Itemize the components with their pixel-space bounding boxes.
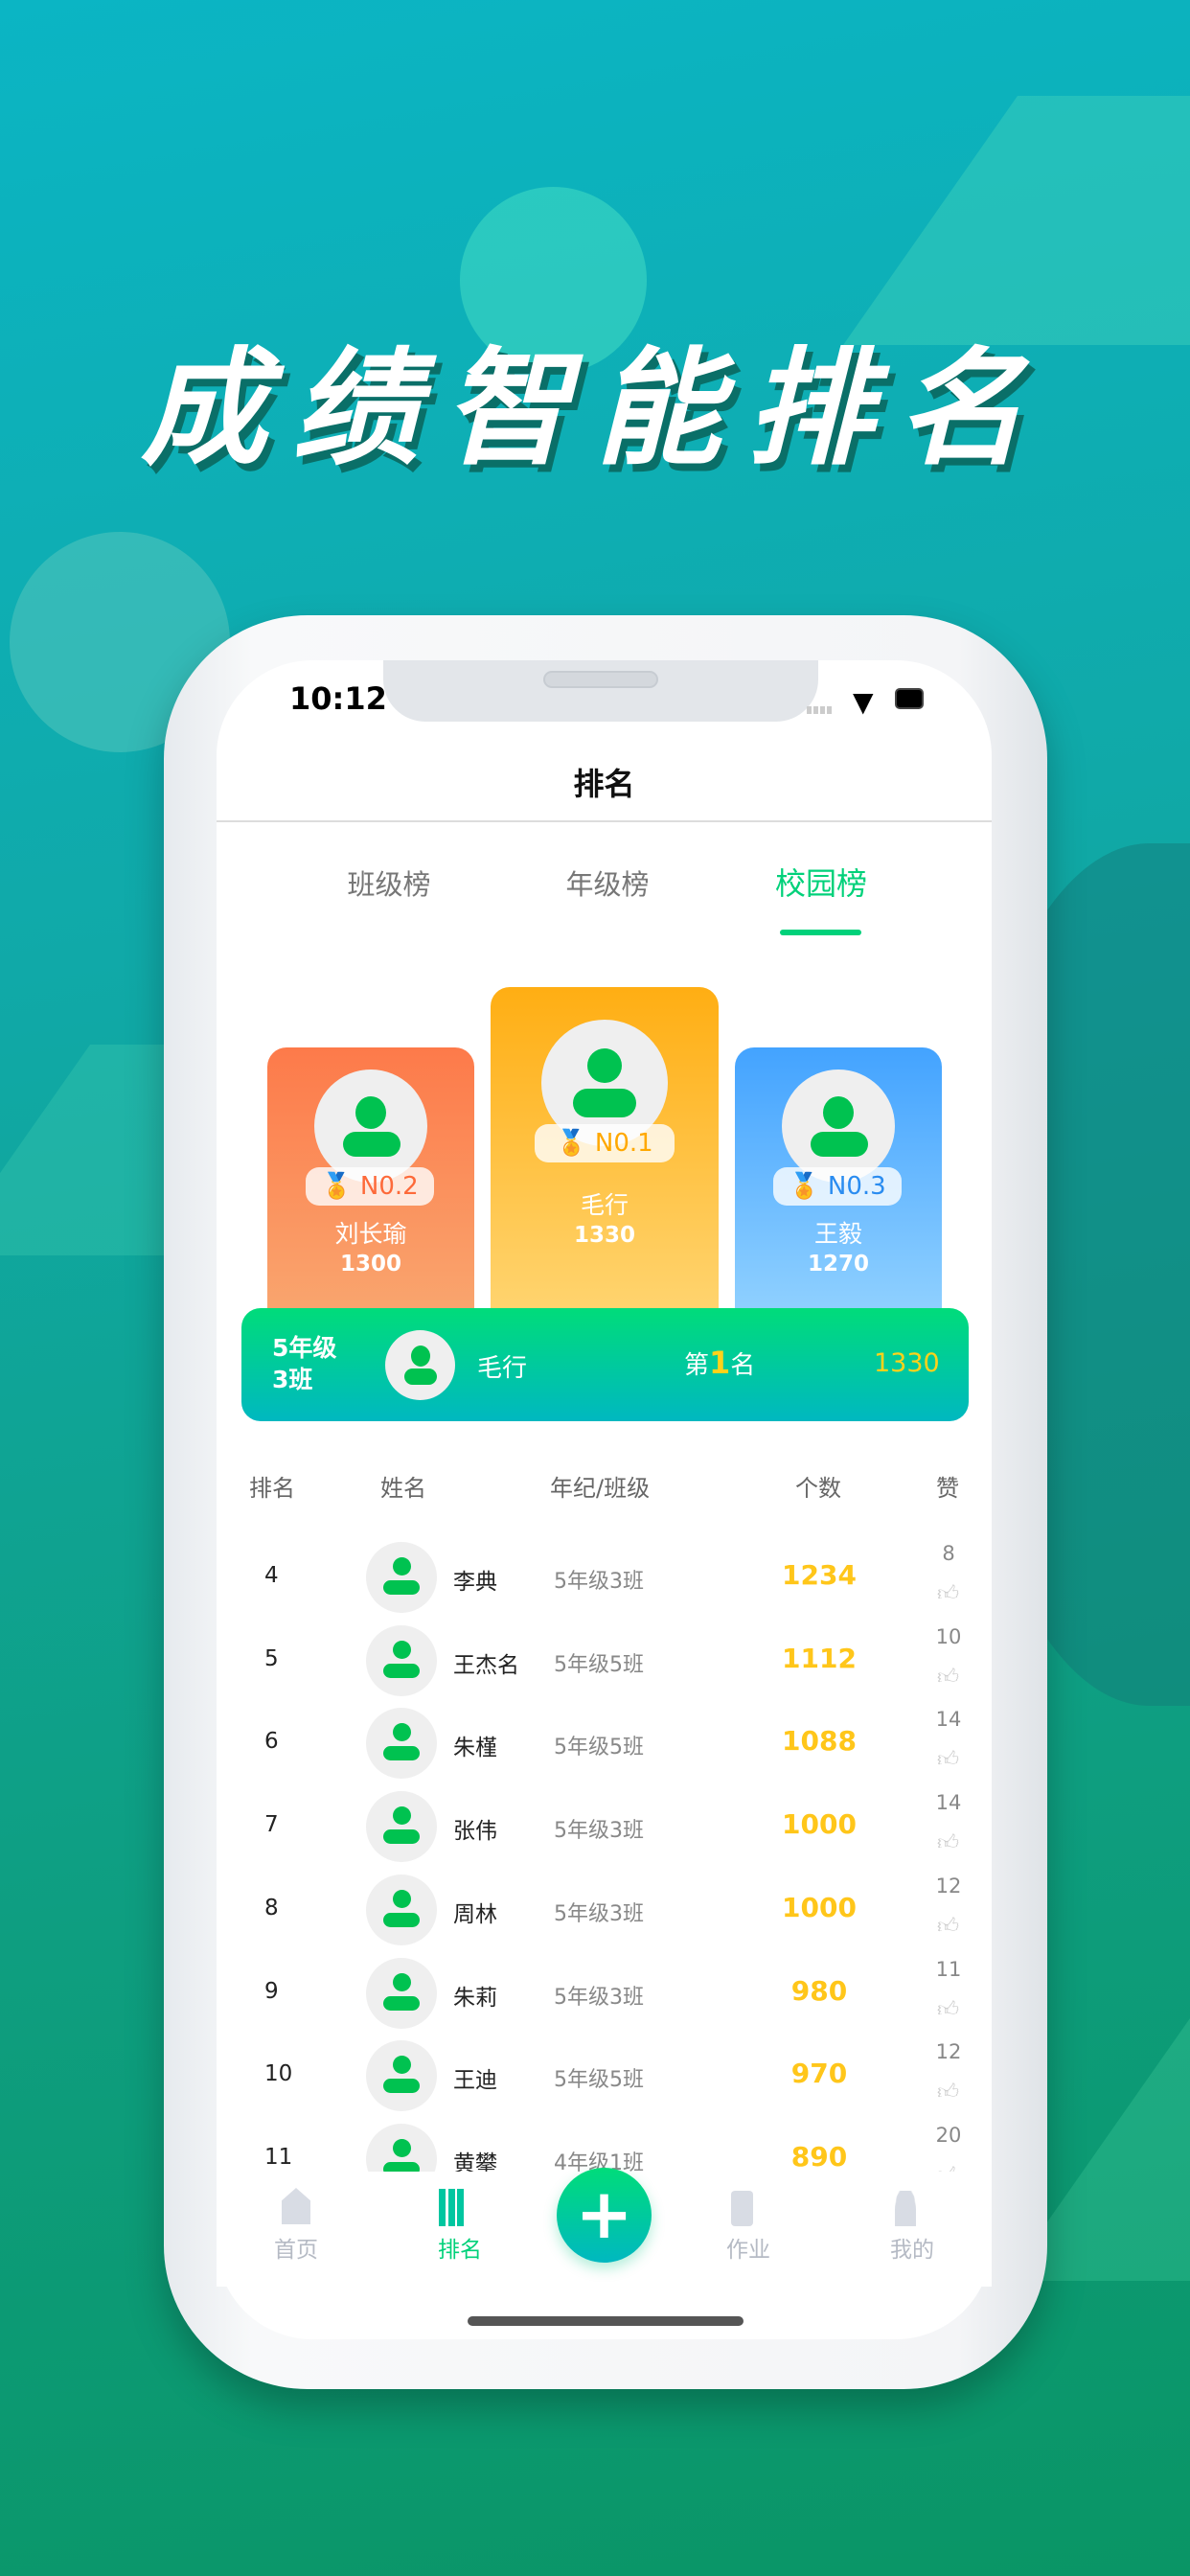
- row-rank: 9: [264, 1978, 279, 2004]
- row-rank: 8: [264, 1895, 279, 1920]
- row-class: 5年级3班: [554, 1985, 644, 2010]
- row-name: 王杰名: [453, 1652, 519, 1678]
- row-class: 5年级3班: [554, 1901, 644, 1926]
- table-row[interactable]: 7 张伟 5年级3班 1000 14 👍︎: [217, 1785, 992, 1868]
- avatar: [366, 1542, 437, 1613]
- table-row[interactable]: 11 黄攀 4年级1班 890 20 👍︎: [217, 2118, 992, 2175]
- row-count: 890: [790, 2140, 848, 2173]
- thumb-up-icon[interactable]: 👍︎: [937, 1580, 959, 1606]
- avatar: [366, 1791, 437, 1863]
- bar-chart-icon: [439, 2189, 464, 2226]
- row-count: 1000: [782, 1808, 857, 1841]
- avatar: [366, 2123, 437, 2175]
- row-class: 5年级3班: [554, 1819, 644, 1844]
- thumb-up-icon[interactable]: 👍︎: [937, 1829, 959, 1855]
- thumb-up-icon[interactable]: 👍︎: [937, 1664, 959, 1690]
- row-likes: 12: [935, 1874, 962, 1898]
- row-name: 周林: [453, 1901, 497, 1927]
- avatar: [366, 1874, 437, 1945]
- ranking-list[interactable]: 4 李典 5年级3班 1234 8 👍︎ 5 王杰名 5年级5班 1112 10 …: [0, 0, 1190, 2175]
- home-indicator: [468, 2316, 744, 2326]
- avatar: [366, 1957, 437, 2029]
- table-row[interactable]: 8 周林 5年级3班 1000 12 👍︎: [217, 1869, 992, 1951]
- row-name: 王迪: [453, 2068, 497, 2094]
- table-row[interactable]: 9 朱莉 5年级3班 980 11 👍︎: [217, 1952, 992, 2035]
- row-likes: 14: [935, 1791, 962, 1815]
- thumb-up-icon[interactable]: 👍︎: [937, 2079, 959, 2104]
- row-count: 980: [790, 1974, 848, 2007]
- row-name: 张伟: [453, 1819, 497, 1845]
- avatar: [366, 1708, 437, 1780]
- table-row[interactable]: 6 朱槿 5年级5班 1088 14 👍︎: [217, 1702, 992, 1784]
- thumb-up-icon[interactable]: 👍︎: [937, 1913, 959, 1939]
- row-likes: 8: [942, 1542, 955, 1565]
- row-likes: 12: [935, 2040, 962, 2064]
- nav-homework[interactable]: 作业: [691, 2231, 806, 2264]
- table-row[interactable]: 5 王杰名 5年级5班 1112 10 👍︎: [217, 1620, 992, 1702]
- row-class: 5年级5班: [554, 1652, 644, 1677]
- row-class: 5年级3班: [554, 1570, 644, 1594]
- row-count: 1000: [782, 1891, 857, 1923]
- row-likes: 10: [935, 1624, 962, 1648]
- thumb-up-icon[interactable]: 👍︎: [937, 1996, 959, 2022]
- row-count: 1234: [782, 1559, 857, 1591]
- row-name: 朱莉: [453, 1985, 497, 2011]
- row-count: 1088: [782, 1725, 857, 1758]
- row-rank: 11: [264, 2144, 293, 2170]
- avatar: [366, 1624, 437, 1696]
- plus-icon: +: [575, 2174, 633, 2254]
- row-name: 朱槿: [453, 1736, 497, 1761]
- nav-ranking[interactable]: 排名: [402, 2231, 517, 2264]
- row-rank: 6: [264, 1729, 279, 1755]
- row-class: 5年级5班: [554, 1736, 644, 1760]
- table-row[interactable]: 4 李典 5年级3班 1234 8 👍︎: [217, 1536, 992, 1619]
- nav-mine[interactable]: 我的: [855, 2231, 970, 2264]
- avatar: [366, 2040, 437, 2112]
- row-class: 5年级5班: [554, 2068, 644, 2093]
- row-likes: 14: [935, 1708, 962, 1732]
- user-icon: [895, 2191, 916, 2226]
- row-rank: 4: [264, 1563, 279, 1588]
- row-count: 970: [790, 2058, 848, 2090]
- clipboard-icon: [731, 2191, 753, 2226]
- row-likes: 20: [935, 2123, 962, 2147]
- thumb-up-icon[interactable]: 👍︎: [937, 1746, 959, 1772]
- nav-home[interactable]: 首页: [239, 2231, 354, 2264]
- row-likes: 11: [935, 1957, 962, 1981]
- add-button[interactable]: +: [557, 2168, 652, 2263]
- row-name: 李典: [453, 1570, 497, 1595]
- row-rank: 5: [264, 1645, 279, 1671]
- row-count: 1112: [782, 1642, 857, 1674]
- row-rank: 7: [264, 1812, 279, 1838]
- row-rank: 10: [264, 2061, 293, 2087]
- table-row[interactable]: 10 王迪 5年级5班 970 12 👍︎: [217, 2035, 992, 2117]
